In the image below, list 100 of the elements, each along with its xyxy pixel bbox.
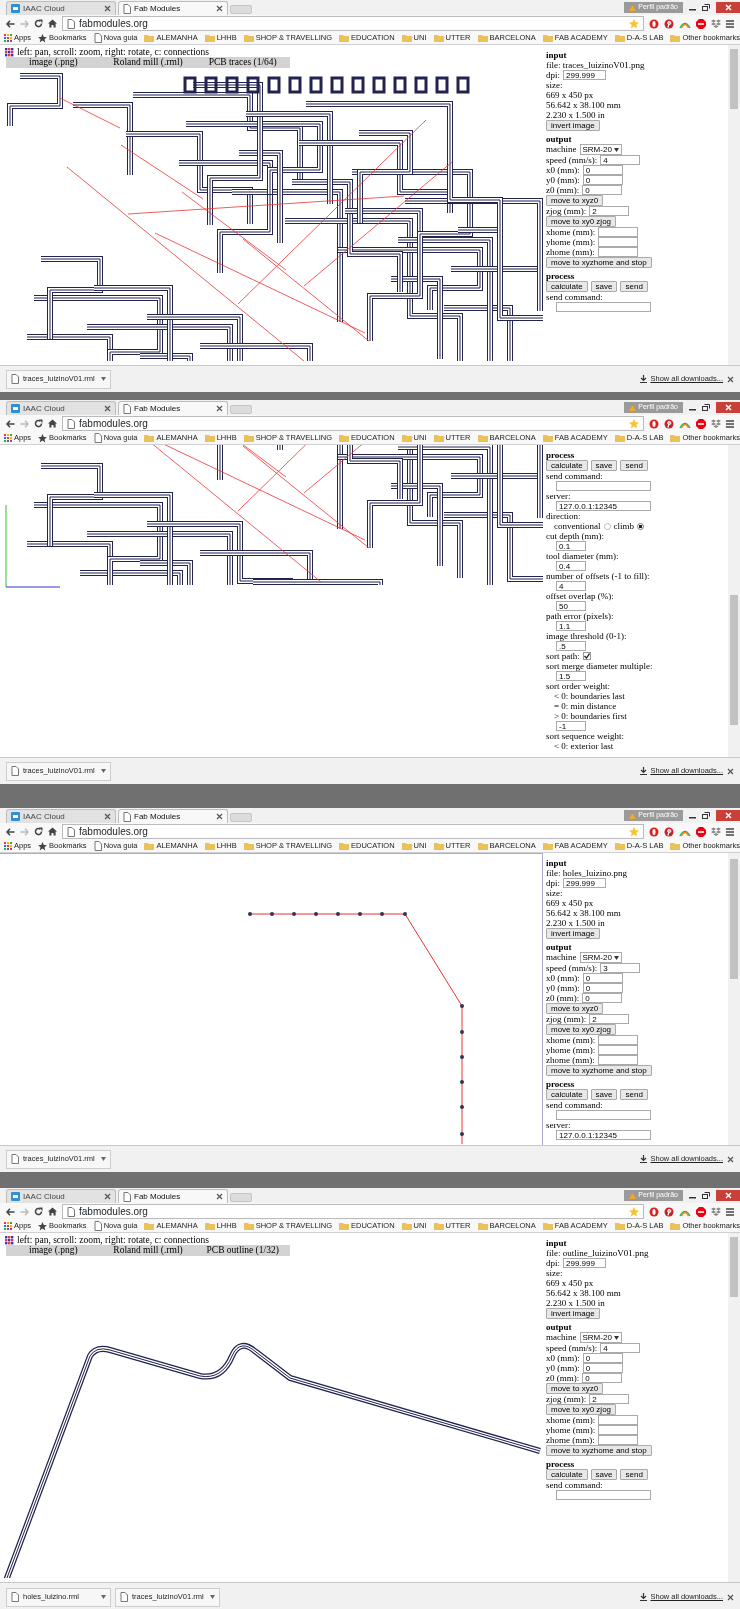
action-button[interactable]: move to xyz0 (546, 1383, 604, 1394)
input-field[interactable]: 0 (582, 993, 623, 1003)
reload-icon[interactable] (34, 827, 43, 836)
input-field[interactable]: 4 (600, 155, 641, 165)
action-button[interactable]: calculate (546, 281, 588, 292)
address-bar[interactable]: fabmodules.org (62, 1204, 644, 1219)
input-field[interactable] (598, 1425, 639, 1435)
pin-extension-icon[interactable] (664, 418, 674, 429)
action-button[interactable]: invert image (546, 1308, 600, 1319)
reload-icon[interactable] (34, 1207, 43, 1216)
close-icon[interactable] (727, 1593, 734, 1601)
tab-close-icon[interactable] (104, 5, 111, 12)
tab-close-icon[interactable] (216, 405, 223, 412)
input-field[interactable] (598, 1045, 639, 1055)
reload-icon[interactable] (34, 419, 43, 428)
input-field[interactable]: 0 (582, 1373, 623, 1383)
tab-close-icon[interactable] (104, 405, 111, 412)
scrollbar[interactable] (728, 853, 740, 1145)
tab-close-icon[interactable] (104, 813, 111, 820)
browser-tab[interactable]: IAAC Cloud (6, 1, 116, 15)
radio-button[interactable] (637, 522, 644, 530)
input-field[interactable]: 0 (582, 973, 623, 983)
pin-extension-icon[interactable] (664, 826, 674, 837)
tab-close-icon[interactable] (216, 1193, 223, 1200)
action-button[interactable]: calculate (546, 1089, 588, 1100)
module-menu[interactable]: Roland mill (.rml) (100, 57, 196, 68)
adblock-icon[interactable] (696, 1206, 706, 1217)
menu-icon[interactable] (726, 419, 734, 428)
window-close-button[interactable] (716, 2, 740, 13)
tab-close-icon[interactable] (216, 813, 223, 820)
action-button[interactable]: move to xy0 zjog (546, 1404, 617, 1415)
input-field[interactable]: 0 (582, 165, 623, 175)
input-field[interactable]: 0 (582, 1363, 623, 1373)
input-field[interactable]: 299.999 (563, 1258, 606, 1268)
input-field[interactable] (597, 1435, 638, 1445)
close-icon[interactable] (727, 1155, 734, 1163)
input-field[interactable] (598, 237, 639, 247)
home-icon[interactable] (48, 827, 57, 836)
adblock-icon[interactable] (696, 18, 706, 29)
scrollbar[interactable] (728, 445, 740, 757)
input-field[interactable]: 0.4 (556, 561, 586, 571)
input-field[interactable]: 4 (600, 1343, 641, 1353)
action-button[interactable]: save (590, 1089, 618, 1100)
tab-close-icon[interactable] (216, 5, 223, 12)
window-close-button[interactable] (716, 810, 740, 821)
action-button[interactable]: send (620, 1089, 648, 1100)
box-extension-icon[interactable] (711, 18, 721, 29)
action-button[interactable]: calculate (546, 460, 588, 471)
input-field[interactable]: 0 (582, 1353, 623, 1363)
pin-extension-icon[interactable] (664, 1206, 674, 1217)
action-button[interactable]: move to xyzhome and stop (546, 257, 652, 268)
browser-tab[interactable]: Fab Modules (118, 1189, 228, 1203)
action-button[interactable]: move to xy0 zjog (546, 1024, 617, 1035)
box-extension-icon[interactable] (711, 1206, 721, 1217)
input-field[interactable]: 1.1 (556, 621, 586, 631)
input-field[interactable]: 50 (556, 601, 586, 611)
input-field[interactable] (556, 302, 651, 312)
window-close-button[interactable] (716, 1190, 740, 1201)
adblock-icon[interactable] (696, 418, 706, 429)
address-bar[interactable]: fabmodules.org (62, 416, 644, 431)
scrollbar[interactable] (728, 1233, 740, 1582)
address-bar[interactable]: fabmodules.org (62, 824, 644, 839)
box-extension-icon[interactable] (711, 418, 721, 429)
input-field[interactable]: 127.0.0.1:12345 (556, 501, 651, 511)
reload-icon[interactable] (34, 19, 43, 28)
action-button[interactable]: send (620, 460, 648, 471)
input-field[interactable]: -1 (556, 721, 586, 731)
input-field[interactable]: 0 (582, 175, 623, 185)
input-field[interactable]: 2 (589, 206, 630, 216)
input-field[interactable]: 0 (582, 983, 623, 993)
ring-extension-icon[interactable] (649, 826, 659, 837)
input-field[interactable] (598, 1415, 639, 1425)
close-icon[interactable] (727, 375, 734, 383)
action-button[interactable]: send (620, 1469, 648, 1480)
module-menu[interactable]: PCB outline (1/32) (195, 1245, 290, 1256)
box-extension-icon[interactable] (711, 826, 721, 837)
tab-close-icon[interactable] (104, 1193, 111, 1200)
browser-tab[interactable]: IAAC Cloud (6, 809, 116, 823)
action-button[interactable]: invert image (546, 928, 600, 939)
input-field[interactable] (597, 247, 638, 257)
window-close-button[interactable] (716, 402, 740, 413)
menu-icon[interactable] (726, 827, 734, 836)
star-icon[interactable] (629, 418, 639, 429)
action-button[interactable]: save (590, 281, 618, 292)
ring-extension-icon[interactable] (649, 418, 659, 429)
action-button[interactable]: move to xyzhome and stop (546, 1065, 652, 1076)
menu-icon[interactable] (726, 19, 734, 28)
ring-extension-icon[interactable] (649, 1206, 659, 1217)
browser-tab[interactable]: IAAC Cloud (6, 401, 116, 415)
input-field[interactable] (556, 1490, 651, 1500)
input-field[interactable]: .5 (556, 641, 586, 651)
restore-icon[interactable] (702, 812, 710, 819)
input-field[interactable]: 2 (589, 1394, 630, 1404)
input-field[interactable]: 4 (556, 581, 586, 591)
home-icon[interactable] (48, 419, 57, 428)
action-button[interactable]: save (590, 1469, 618, 1480)
address-bar[interactable]: fabmodules.org (62, 16, 644, 31)
input-field[interactable]: 1.5 (556, 671, 586, 681)
home-icon[interactable] (48, 19, 57, 28)
back-arrow-icon[interactable] (6, 827, 15, 836)
